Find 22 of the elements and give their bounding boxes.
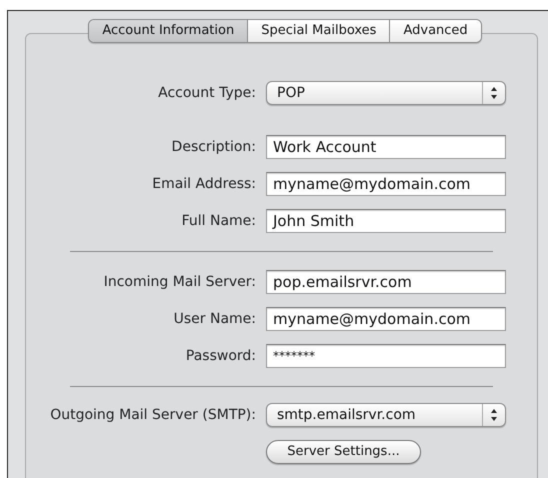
input-field[interactable]: John Smith (266, 209, 506, 233)
field-label: Account Type: (157, 84, 256, 102)
stepper-arrows-icon (490, 408, 498, 422)
input-field[interactable]: myname@mydomain.com (266, 307, 506, 331)
field-label: Email Address: (151, 174, 256, 194)
field-label: Incoming Mail Server: (102, 272, 256, 292)
tab[interactable]: Advanced (389, 20, 481, 42)
field-label: User Name: (172, 310, 256, 328)
input-field[interactable]: Work Account (266, 135, 506, 159)
password-field[interactable]: ******* (266, 344, 506, 368)
field-label: Password: (184, 346, 256, 366)
popup-menu[interactable]: smtp.emailsrvr.com (266, 403, 506, 427)
server-settings-button[interactable]: Server Settings... (266, 440, 421, 464)
tab[interactable]: Account Information (89, 20, 248, 42)
input-field[interactable]: pop.emailsrvr.com (266, 270, 506, 294)
field-label: Outgoing Mail Server (SMTP): (49, 406, 256, 424)
tab[interactable]: Special Mailboxes (247, 20, 390, 42)
stepper-arrows-icon (490, 86, 498, 100)
field-label: Description: (170, 138, 256, 156)
popup-menu[interactable]: POP (266, 81, 506, 105)
field-label: Full Name: (180, 212, 256, 230)
input-field[interactable]: myname@mydomain.com (266, 172, 506, 196)
